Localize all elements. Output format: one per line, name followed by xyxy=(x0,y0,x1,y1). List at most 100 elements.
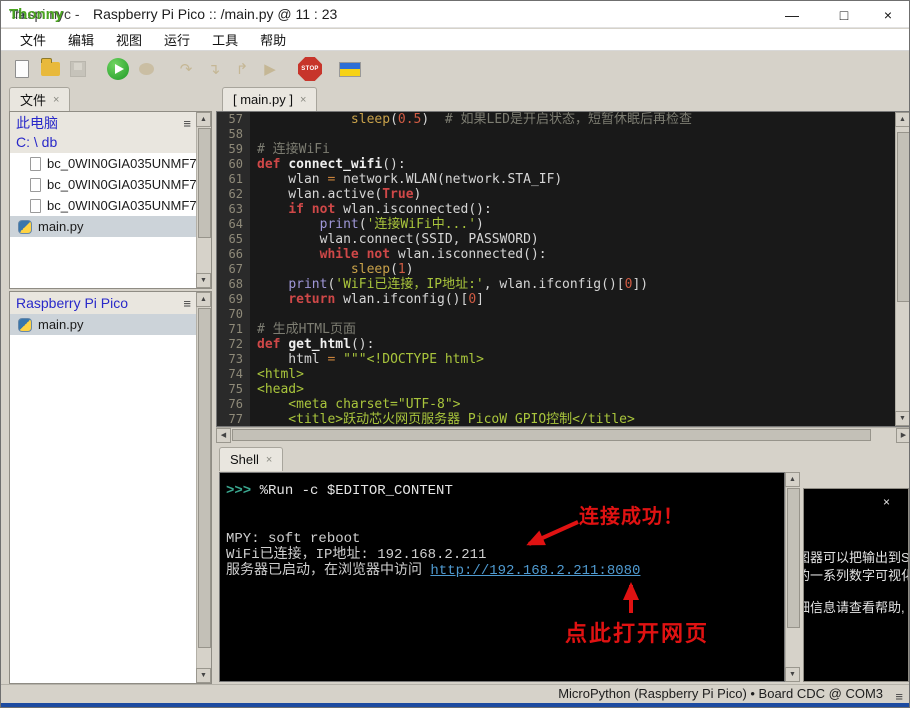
scroll-down-icon[interactable] xyxy=(895,411,909,426)
code-token: if not xyxy=(288,202,344,217)
taskbar-edge xyxy=(1,703,909,707)
pico-label[interactable]: Raspberry Pi Pico xyxy=(16,294,205,313)
code-token: <html> xyxy=(257,367,304,382)
code-token: """<!DOCTYPE html> xyxy=(343,352,484,367)
line-number: 73 xyxy=(217,352,250,367)
files-scrollbar[interactable] xyxy=(196,112,211,288)
scroll-up-icon[interactable] xyxy=(785,472,800,487)
scroll-up-icon[interactable] xyxy=(196,292,211,307)
code-token: ]) xyxy=(632,277,649,292)
file-list-item[interactable]: main.py xyxy=(10,216,211,237)
shell-tab-close-icon[interactable]: × xyxy=(266,454,272,466)
files-panel-local: 此电脑 C: \ db bc_0WIN0GIA035UNMF7_bc_0WIN0… xyxy=(9,111,212,289)
shell-output[interactable]: >>> %Run -c $EDITOR_CONTENT MPY: soft reb… xyxy=(219,472,785,682)
code-token: <title>跃动芯火网页服务器 PicoW GPIO控制</title> xyxy=(257,412,635,427)
line-number: 70 xyxy=(217,307,250,322)
code-line: 62 wlan.active(True) xyxy=(217,187,894,202)
code-area[interactable]: 57 sleep(0.5) # 如果LED是开启状态，短暂休眠后再检查 58 59 #… xyxy=(217,112,894,426)
scrollbar-thumb[interactable] xyxy=(897,132,909,302)
file-name: bc_0WIN0GIA035UNMF7_ xyxy=(47,156,204,171)
close-button[interactable]: × xyxy=(871,4,905,26)
code-token: wlan.isconnected(): xyxy=(397,247,547,262)
annotation-open-page: 点此打开网页 xyxy=(565,621,710,646)
menu-item[interactable]: 帮助 xyxy=(251,28,295,51)
menu-item[interactable]: 文件 xyxy=(11,28,55,51)
files-tab-close-icon[interactable]: × xyxy=(53,94,59,106)
menu-item[interactable]: 运行 xyxy=(155,28,199,51)
tab-shell[interactable]: Shell × xyxy=(219,447,284,471)
line-number: 63 xyxy=(217,202,250,217)
pico-scrollbar[interactable] xyxy=(196,292,211,683)
plotter-panel: × 图器可以把输出到S 的一系列数字可视化 细信息请查看帮助, xyxy=(803,488,909,682)
stop-icon: STOP xyxy=(298,57,322,81)
shell-text: WiFi已连接，IP地址: 192.168.2.211 xyxy=(226,547,487,563)
scroll-up-icon[interactable] xyxy=(196,112,211,127)
open-file-button[interactable] xyxy=(37,56,63,82)
stop-button[interactable]: STOP xyxy=(297,56,323,82)
code-text: # 生成HTML页面 xyxy=(250,322,356,337)
code-line: 72 def get_html(): xyxy=(217,337,894,352)
code-editor[interactable]: 57 sleep(0.5) # 如果LED是开启状态，短暂休眠后再检查 58 59 #… xyxy=(216,111,909,427)
scroll-down-icon[interactable] xyxy=(196,668,211,683)
files-menu-icon[interactable] xyxy=(183,116,191,131)
title-app-name: Thonny xyxy=(9,6,64,23)
line-number: 61 xyxy=(217,172,250,187)
current-path[interactable]: C: \ db xyxy=(16,133,205,152)
line-number: 66 xyxy=(217,247,250,262)
scrollbar-thumb[interactable] xyxy=(232,429,871,441)
scrollbar-thumb[interactable] xyxy=(198,308,211,648)
editor-vscrollbar[interactable] xyxy=(895,112,909,426)
shell-url-link[interactable]: http://192.168.2.211:8080 xyxy=(430,563,640,579)
plotter-text: 的一系列数字可视化 xyxy=(803,568,909,583)
scroll-left-icon[interactable] xyxy=(216,428,231,443)
shell-scrollbar[interactable] xyxy=(785,472,800,682)
file-list-item[interactable]: main.py xyxy=(10,314,211,335)
maximize-button[interactable]: □ xyxy=(827,4,861,26)
plotter-close-icon[interactable]: × xyxy=(883,495,890,509)
editor-tab-label: [ main.py ] xyxy=(233,92,293,107)
file-list-item[interactable]: bc_0WIN0GIA035UNMF7_ xyxy=(10,153,211,174)
file-list-item[interactable]: bc_0WIN0GIA035UNMF7_ xyxy=(10,195,211,216)
code-token: 1 xyxy=(397,262,406,277)
tab-main-py[interactable]: [ main.py ] × xyxy=(222,87,318,111)
code-token: 0.5 xyxy=(397,112,422,127)
menu-item[interactable]: 视图 xyxy=(107,28,151,51)
window-title: Raspberry Pi Pico :: /main.py @ 11 : 23 xyxy=(93,6,338,22)
thonny-window: Th raspi.nyc - Thonny Raspberry Pi Pico … xyxy=(0,0,910,708)
code-text: html = """<!DOCTYPE html> xyxy=(250,352,484,367)
scroll-right-icon[interactable] xyxy=(896,428,909,443)
step-out-button: ↱ xyxy=(229,56,255,82)
code-line: 65 wlan.connect(SSID, PASSWORD) xyxy=(217,232,894,247)
minimize-button[interactable]: — xyxy=(775,4,809,26)
tab-files[interactable]: 文件 × xyxy=(9,87,71,111)
shell-text: 服务器已启动，在浏览器中访问 xyxy=(226,563,431,579)
code-token: ( xyxy=(390,262,398,277)
editor-tab-close-icon[interactable]: × xyxy=(300,94,306,106)
run-button[interactable] xyxy=(105,56,131,82)
shell-text: MPY: soft reboot xyxy=(226,531,361,547)
new-file-button[interactable] xyxy=(9,56,35,82)
shell-line: 服务器已启动，在浏览器中访问 http://192.168.2.211:8080 xyxy=(226,563,784,579)
editor-tab-row: [ main.py ] × xyxy=(222,87,318,111)
scrollbar-thumb[interactable] xyxy=(198,128,211,238)
code-token: ) xyxy=(405,262,414,277)
pico-menu-icon[interactable] xyxy=(183,296,191,311)
file-list-item[interactable]: bc_0WIN0GIA035UNMF7_ xyxy=(10,174,211,195)
scroll-down-icon[interactable] xyxy=(196,273,211,288)
editor-hscrollbar[interactable] xyxy=(216,427,909,443)
shell-tab-row: Shell × xyxy=(219,447,284,471)
ukraine-flag-button[interactable] xyxy=(337,56,363,82)
scrollbar-thumb[interactable] xyxy=(787,488,800,628)
scroll-down-icon[interactable] xyxy=(785,667,800,682)
this-pc-label[interactable]: 此电脑 xyxy=(16,114,205,133)
code-text: <head> xyxy=(250,382,304,397)
menu-item[interactable]: 编辑 xyxy=(59,28,103,51)
scroll-up-icon[interactable] xyxy=(895,112,909,127)
code-line: 57 sleep(0.5) # 如果LED是开启状态，短暂休眠后再检查 xyxy=(217,112,894,127)
file-icon xyxy=(30,198,41,213)
interpreter-status[interactable]: MicroPython (Raspberry Pi Pico) • Board … xyxy=(558,686,883,701)
menu-item[interactable]: 工具 xyxy=(203,28,247,51)
code-token: (): xyxy=(382,157,406,172)
menu-bar: 文件 编辑 视图 运行 工具 帮助 xyxy=(1,29,909,51)
